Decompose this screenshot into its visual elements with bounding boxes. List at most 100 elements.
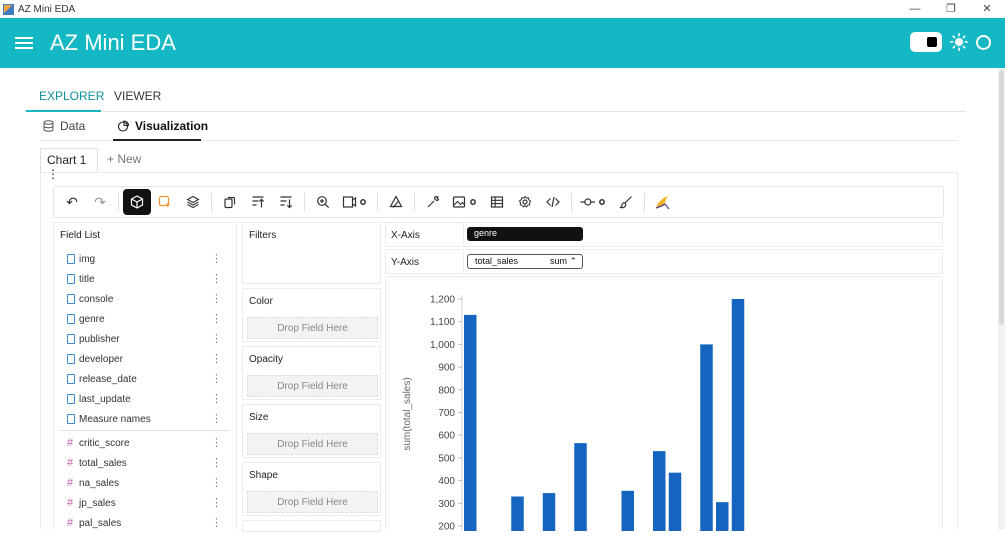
field-name: img <box>79 253 96 265</box>
page-scrollbar[interactable] <box>998 68 1005 530</box>
text-field-icon <box>67 374 75 384</box>
measure-field[interactable]: # total_sales ⋮ <box>54 453 236 473</box>
dimension-field[interactable]: genre ⋮ <box>54 309 236 329</box>
y-tick-label: 800 <box>438 385 455 396</box>
zoom-icon[interactable] <box>309 189 337 215</box>
close-button[interactable]: ✕ <box>969 0 1005 18</box>
text-field-icon <box>67 254 75 264</box>
aggregation-select[interactable]: sum ⌃ <box>550 256 577 267</box>
bar-chart[interactable]: 1,2001,1001,000900800700600500400300200s… <box>386 277 942 533</box>
dimension-field[interactable]: console ⋮ <box>54 289 236 309</box>
code-icon[interactable] <box>539 189 567 215</box>
y-tick-label: 900 <box>438 363 455 374</box>
filters-box[interactable]: Filters <box>242 222 381 284</box>
y-tick-label: 1,100 <box>430 317 455 328</box>
main-tabs: EXPLORER VIEWER <box>26 88 966 112</box>
sub-tabs: Data Visualization <box>40 116 958 141</box>
filters-title: Filters <box>249 230 277 241</box>
size-title: Size <box>249 412 269 423</box>
field-more-icon[interactable]: ⋮ <box>211 476 222 489</box>
y-axis-row: Y-Axis total_sales sum ⌃ <box>385 249 943 274</box>
layers-icon[interactable] <box>179 189 207 215</box>
dimension-field[interactable]: release_date ⋮ <box>54 369 236 389</box>
field-more-icon[interactable]: ⋮ <box>211 332 222 345</box>
field-more-icon[interactable]: ⋮ <box>211 372 222 385</box>
redo-icon[interactable]: ↷ <box>86 189 114 215</box>
system-theme-icon[interactable] <box>976 34 991 50</box>
field-more-icon[interactable]: ⋮ <box>211 292 222 305</box>
field-more-icon[interactable]: ⋮ <box>211 252 222 265</box>
app-title: AZ Mini EDA <box>50 30 176 55</box>
dimension-field[interactable]: publisher ⋮ <box>54 329 236 349</box>
sort-ascending-icon[interactable] <box>244 189 272 215</box>
dimension-field[interactable]: developer ⋮ <box>54 349 236 369</box>
undo-icon[interactable]: ↶ <box>58 189 86 215</box>
x-axis-field-pill[interactable]: genre <box>467 227 583 241</box>
field-more-icon[interactable]: ⋮ <box>211 436 222 449</box>
brush-tool-icon[interactable] <box>382 189 410 215</box>
sun-icon[interactable] <box>950 33 968 51</box>
paint-brush-icon[interactable] <box>612 189 640 215</box>
commit-settings-icon[interactable] <box>576 189 612 215</box>
measure-field[interactable]: # jp_sales ⋮ <box>54 493 236 513</box>
opacity-drop-zone[interactable]: Drop Field Here <box>247 375 378 397</box>
kanaries-logo-icon[interactable] <box>649 189 677 215</box>
size-drop-zone[interactable]: Drop Field Here <box>247 433 378 455</box>
field-more-icon[interactable]: ⋮ <box>211 516 222 529</box>
image-export-icon[interactable] <box>447 189 483 215</box>
menu-icon[interactable] <box>15 34 33 52</box>
database-icon <box>43 120 54 132</box>
y-axis-label: Y-Axis <box>391 257 419 268</box>
measure-field[interactable]: # critic_score ⋮ <box>54 433 236 453</box>
field-name: total_sales <box>79 457 127 469</box>
size-box: Size Drop Field Here <box>242 404 381 458</box>
tab-explorer[interactable]: EXPLORER <box>39 89 104 103</box>
measure-field[interactable]: # pal_sales ⋮ <box>54 513 236 533</box>
bar <box>653 451 666 531</box>
settings-icon[interactable] <box>511 189 539 215</box>
transpose-icon[interactable] <box>216 189 244 215</box>
restore-button[interactable]: ❐ <box>933 0 969 18</box>
tab-viewer[interactable]: VIEWER <box>114 89 161 103</box>
window-controls: — ❐ ✕ <box>897 0 1005 18</box>
y-tick-label: 1,000 <box>430 340 455 351</box>
tab-visualization[interactable]: Visualization <box>117 119 208 133</box>
text-field-icon <box>67 314 75 324</box>
dimension-field[interactable]: title ⋮ <box>54 269 236 289</box>
wrench-icon[interactable] <box>419 189 447 215</box>
details-box <box>242 520 381 532</box>
pointer-select-icon[interactable] <box>151 189 179 215</box>
y-tick-label: 500 <box>438 453 455 464</box>
y-axis-field-pill[interactable]: total_sales sum ⌃ <box>467 254 583 269</box>
encoding-panel: Filters Color Drop Field Here Opacity Dr… <box>242 222 381 532</box>
dimension-field[interactable]: last_update ⋮ <box>54 389 236 409</box>
field-more-icon[interactable]: ⋮ <box>211 272 222 285</box>
tab-data-label: Data <box>60 119 86 133</box>
field-more-icon[interactable]: ⋮ <box>211 456 222 469</box>
color-drop-zone[interactable]: Drop Field Here <box>247 317 378 339</box>
opacity-title: Opacity <box>249 354 283 365</box>
field-more-icon[interactable]: ⋮ <box>211 496 222 509</box>
dimension-field[interactable]: Measure names ⋮ <box>54 409 236 429</box>
field-more-icon[interactable]: ⋮ <box>211 352 222 365</box>
sort-descending-icon[interactable] <box>272 189 300 215</box>
tab-data[interactable]: Data <box>43 119 85 133</box>
field-name: title <box>79 273 95 285</box>
y-tick-label: 600 <box>438 431 455 442</box>
field-more-icon[interactable]: ⋮ <box>211 412 222 425</box>
chart-toolbar: ↶ ↷ <box>53 186 944 218</box>
minimize-button[interactable]: — <box>897 0 933 18</box>
cube-icon[interactable] <box>123 189 151 215</box>
dimension-field[interactable]: img ⋮ <box>54 249 236 269</box>
field-more-icon[interactable]: ⋮ <box>211 392 222 405</box>
new-chart-button[interactable]: + New <box>107 152 141 166</box>
field-name: publisher <box>79 333 120 345</box>
table-icon[interactable] <box>483 189 511 215</box>
shape-drop-zone[interactable]: Drop Field Here <box>247 491 378 513</box>
chart-tab-1[interactable]: Chart 1 ⋮ <box>40 148 98 181</box>
resize-settings-icon[interactable] <box>337 189 373 215</box>
dark-mode-toggle[interactable] <box>910 32 942 52</box>
bar <box>542 493 556 531</box>
measure-field[interactable]: # na_sales ⋮ <box>54 473 236 493</box>
field-more-icon[interactable]: ⋮ <box>211 312 222 325</box>
